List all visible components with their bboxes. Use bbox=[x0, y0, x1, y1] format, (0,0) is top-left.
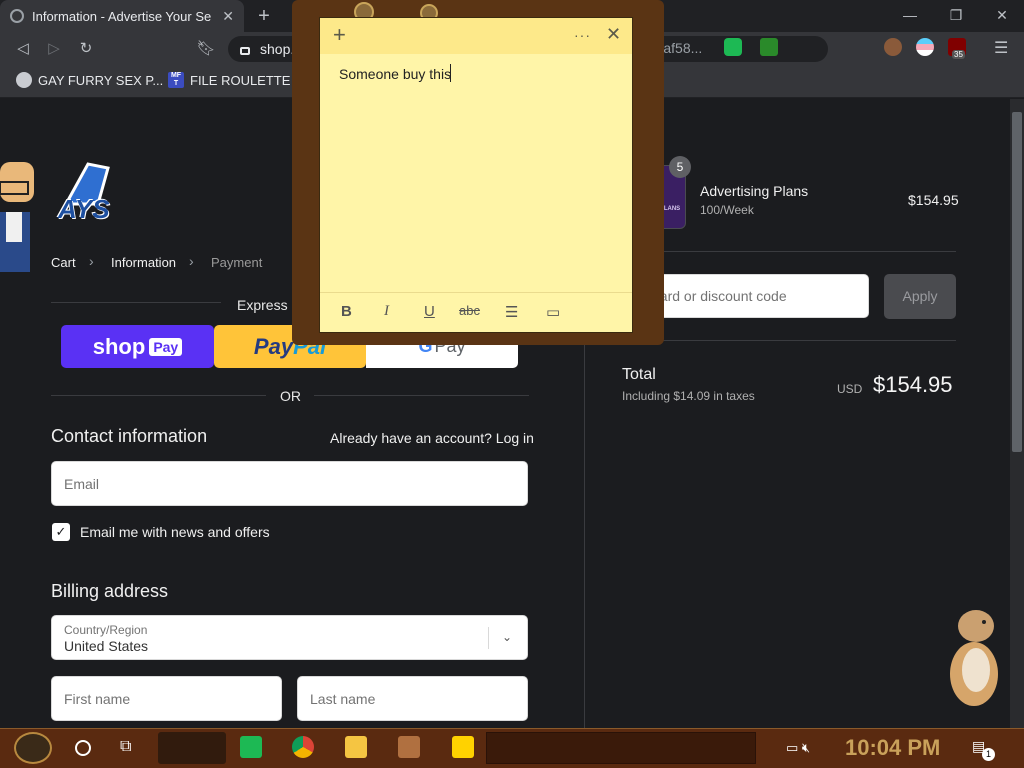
divider-line bbox=[620, 251, 956, 252]
tax-note: Including $14.09 in taxes bbox=[622, 389, 755, 403]
scrollbar-thumb[interactable] bbox=[1012, 112, 1022, 452]
bold-icon[interactable]: B bbox=[341, 303, 352, 320]
new-tab-button[interactable]: + bbox=[252, 4, 276, 28]
hamster-image bbox=[950, 610, 998, 706]
game-app-icon[interactable] bbox=[398, 736, 420, 758]
sticky-note-text[interactable]: Someone buy this bbox=[339, 66, 451, 82]
close-icon[interactable]: ✕ bbox=[606, 24, 621, 45]
breadcrumb-information: Information bbox=[111, 255, 177, 270]
divider-line bbox=[51, 302, 221, 303]
close-tab-icon[interactable]: ✕ bbox=[222, 8, 234, 25]
paypal-label-1: Pay bbox=[253, 333, 294, 359]
ublock-badge: 35 bbox=[952, 50, 965, 59]
chat-extension-icon[interactable] bbox=[724, 38, 742, 56]
search-icon[interactable] bbox=[75, 740, 91, 756]
italic-icon[interactable]: I bbox=[384, 303, 389, 320]
product-price: $154.95 bbox=[908, 192, 959, 208]
clock[interactable]: 10:04 PM bbox=[845, 735, 940, 761]
contact-title: Contact information bbox=[51, 426, 208, 446]
first-name-field[interactable]: First name bbox=[51, 676, 282, 721]
system-tray[interactable]: ▭ 🔇︎ bbox=[786, 740, 810, 756]
forward-icon[interactable]: ▷ bbox=[41, 37, 67, 61]
folder-icon[interactable] bbox=[345, 736, 367, 758]
login-link[interactable]: Already have an account? Log in bbox=[330, 430, 534, 446]
breadcrumb-cart[interactable]: Cart bbox=[51, 255, 76, 270]
chevron-right-icon: › bbox=[189, 253, 194, 269]
mft-icon: MF T bbox=[168, 72, 184, 88]
bookmark-item[interactable]: MF T FILE ROULETTE bbox=[168, 72, 290, 88]
bookmark-label: FILE ROULETTE bbox=[190, 72, 291, 88]
country-value: United States bbox=[64, 638, 149, 654]
image-icon[interactable]: ▭ bbox=[546, 303, 560, 321]
lock-icon bbox=[240, 47, 250, 55]
cartoon-character-image bbox=[0, 162, 34, 272]
newsletter-label: Email me with news and offers bbox=[80, 524, 270, 540]
flag-extension-icon[interactable] bbox=[916, 38, 934, 56]
apply-button[interactable]: Apply bbox=[884, 274, 956, 319]
text-caret bbox=[450, 64, 451, 82]
shoppay-pay-label: Pay bbox=[149, 337, 183, 356]
notification-count: 1 bbox=[982, 748, 995, 761]
country-select[interactable]: Country/Region United States bbox=[51, 615, 528, 660]
task-view-icon[interactable]: ⧉ bbox=[120, 738, 131, 756]
start-button[interactable] bbox=[14, 732, 52, 764]
bookmark-item[interactable]: GAY FURRY SEX P... bbox=[16, 72, 163, 88]
globe-icon bbox=[10, 9, 24, 23]
reload-icon[interactable]: ↻ bbox=[73, 37, 99, 61]
minimize-button[interactable]: — bbox=[896, 4, 924, 26]
quantity-badge: 5 bbox=[669, 156, 691, 178]
close-window-button[interactable]: ✕ bbox=[988, 4, 1016, 26]
store-logo[interactable]: AYS bbox=[58, 194, 110, 225]
divider-line bbox=[314, 395, 529, 396]
product-variant: 100/Week bbox=[700, 203, 754, 217]
restore-button[interactable]: ❐ bbox=[942, 4, 970, 26]
divider-line bbox=[51, 395, 266, 396]
chevron-right-icon: › bbox=[89, 253, 94, 269]
add-note-icon[interactable]: + bbox=[333, 22, 346, 48]
currency-code: USD bbox=[837, 382, 863, 396]
discount-code-input[interactable]: t card or discount code bbox=[632, 274, 869, 318]
shoppay-label: shop bbox=[92, 333, 146, 359]
underline-icon[interactable]: U bbox=[424, 303, 435, 320]
shield-extension-icon[interactable] bbox=[760, 38, 778, 56]
divider-line bbox=[620, 340, 956, 341]
taskbar-panel bbox=[158, 732, 226, 764]
or-separator: OR bbox=[280, 388, 301, 404]
newsletter-checkbox[interactable]: ✓ bbox=[52, 523, 70, 541]
bullet-list-icon[interactable]: ☰ bbox=[505, 303, 518, 321]
strikethrough-icon[interactable]: abc bbox=[459, 303, 480, 318]
total-label: Total bbox=[622, 366, 656, 383]
bookmark-icon[interactable]: 🔖︎ bbox=[193, 37, 219, 61]
total-value: $154.95 bbox=[873, 372, 953, 397]
country-label: Country/Region bbox=[64, 623, 148, 637]
more-icon[interactable]: ··· bbox=[574, 27, 591, 43]
chevron-down-icon[interactable]: ⌄ bbox=[502, 630, 512, 644]
product-name: Advertising Plans bbox=[700, 183, 809, 199]
select-divider bbox=[488, 627, 489, 649]
bookmark-label: GAY FURRY SEX P... bbox=[38, 72, 164, 88]
shop-pay-button[interactable]: shop Pay bbox=[61, 325, 214, 368]
menu-icon[interactable]: ☰ bbox=[994, 38, 1008, 58]
back-icon[interactable]: ◁ bbox=[10, 37, 36, 61]
globe-icon bbox=[16, 72, 32, 88]
breadcrumb-payment: Payment bbox=[211, 255, 263, 270]
last-name-field[interactable]: Last name bbox=[297, 676, 528, 721]
chat-app-icon[interactable] bbox=[240, 736, 262, 758]
sticky-notes-app-icon[interactable] bbox=[452, 736, 474, 758]
avatar-extension-icon[interactable] bbox=[884, 38, 902, 56]
billing-title: Billing address bbox=[51, 581, 169, 601]
taskbar-panel bbox=[486, 732, 756, 764]
browser-tab[interactable]: Information - Advertise Your Se ✕ bbox=[0, 0, 244, 32]
tab-title: Information - Advertise Your Se bbox=[32, 8, 212, 24]
email-field[interactable]: Email bbox=[51, 461, 528, 506]
chrome-icon[interactable] bbox=[292, 736, 314, 758]
